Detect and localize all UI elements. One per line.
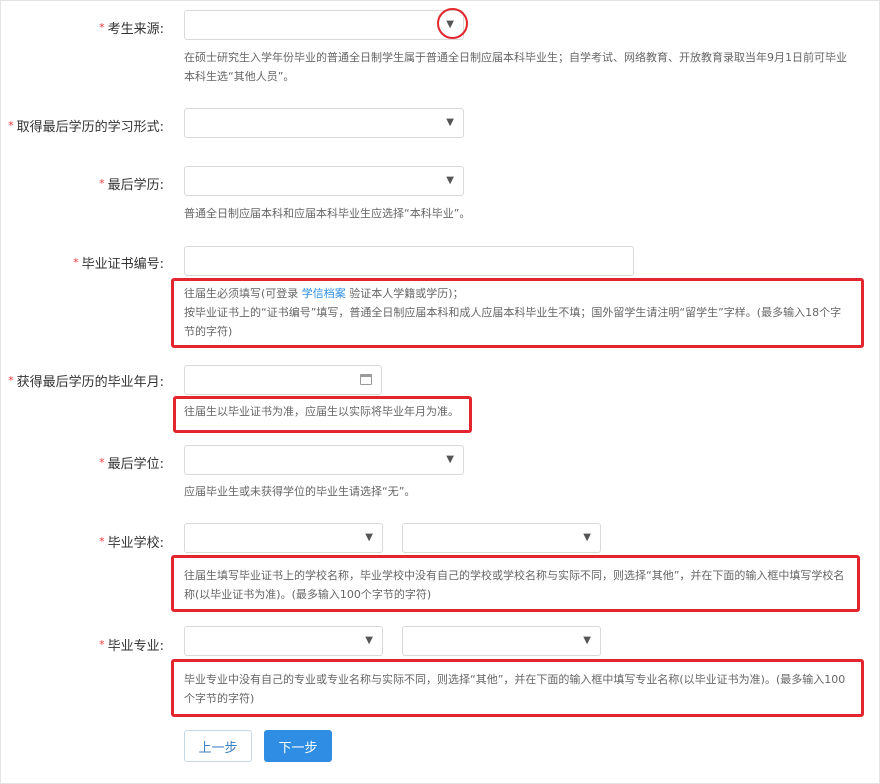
last-education-label: * 最后学历: (99, 177, 164, 193)
major-category-select[interactable]: ▼ (184, 626, 383, 656)
school-name-select[interactable]: ▼ (402, 523, 601, 553)
major-label: * 毕业专业: (99, 638, 164, 654)
calendar-icon[interactable] (360, 374, 372, 385)
cert-number-hint: 往届生必须填写(可登录 学信档案 验证本人学籍或学历)； 按毕业证书上的“证书编… (184, 287, 842, 338)
caret-down-icon: ▼ (446, 454, 454, 465)
required-mark: * (99, 638, 105, 651)
required-mark: * (99, 456, 105, 469)
last-degree-label: * 最后学位: (99, 456, 164, 472)
required-mark: * (99, 21, 105, 34)
prev-step-button[interactable]: 上一步 (184, 730, 252, 762)
cert-number-input[interactable] (184, 246, 634, 276)
grad-date-label: * 获得最后学历的毕业年月: (8, 374, 164, 390)
school-hint: 往届生填写毕业证书上的学校名称，毕业学校中没有自己的学校或学校名称与实际不同，则… (184, 569, 845, 601)
last-education-select[interactable]: ▼ (184, 166, 464, 196)
caret-down-icon: ▼ (583, 532, 591, 543)
last-education-hint: 普通全日制应届本科和应届本科毕业生应选择“本科毕业”。 (184, 207, 471, 220)
source-select[interactable]: ▼ (184, 10, 464, 40)
grad-date-input[interactable] (184, 365, 382, 395)
school-region-select[interactable]: ▼ (184, 523, 383, 553)
required-mark: * (8, 119, 14, 132)
major-hint: 毕业专业中没有自己的专业或专业名称与实际不同，则选择“其他”，并在下面的输入框中… (184, 673, 846, 705)
school-label: * 毕业学校: (99, 535, 164, 551)
required-mark: * (73, 256, 79, 269)
next-step-button[interactable]: 下一步 (264, 730, 332, 762)
study-form-select[interactable]: ▼ (184, 108, 464, 138)
required-mark: * (99, 535, 105, 548)
cert-number-label: * 毕业证书编号: (73, 256, 164, 272)
last-degree-hint: 应届毕业生或未获得学位的毕业生请选择“无”。 (184, 485, 416, 498)
xuexin-link[interactable]: 学信档案 (302, 287, 346, 300)
highlight-circle (437, 8, 468, 39)
required-mark: * (99, 177, 105, 190)
source-hint: 在硕士研究生入学年份毕业的普通全日制学生属于普通全日制应届本科毕业生；自学考试、… (184, 51, 847, 83)
last-degree-select[interactable]: ▼ (184, 445, 464, 475)
grad-date-hint: 往届生以毕业证书为准，应届生以实际将毕业年月为准。 (184, 405, 459, 418)
caret-down-icon: ▼ (446, 117, 454, 128)
major-name-select[interactable]: ▼ (402, 626, 601, 656)
source-label: * 考生来源: (99, 21, 164, 37)
caret-down-icon: ▼ (365, 635, 373, 646)
caret-down-icon: ▼ (446, 175, 454, 186)
caret-down-icon: ▼ (365, 532, 373, 543)
study-form-label: * 取得最后学历的学习形式: (8, 119, 164, 135)
required-mark: * (8, 374, 14, 387)
caret-down-icon: ▼ (583, 635, 591, 646)
